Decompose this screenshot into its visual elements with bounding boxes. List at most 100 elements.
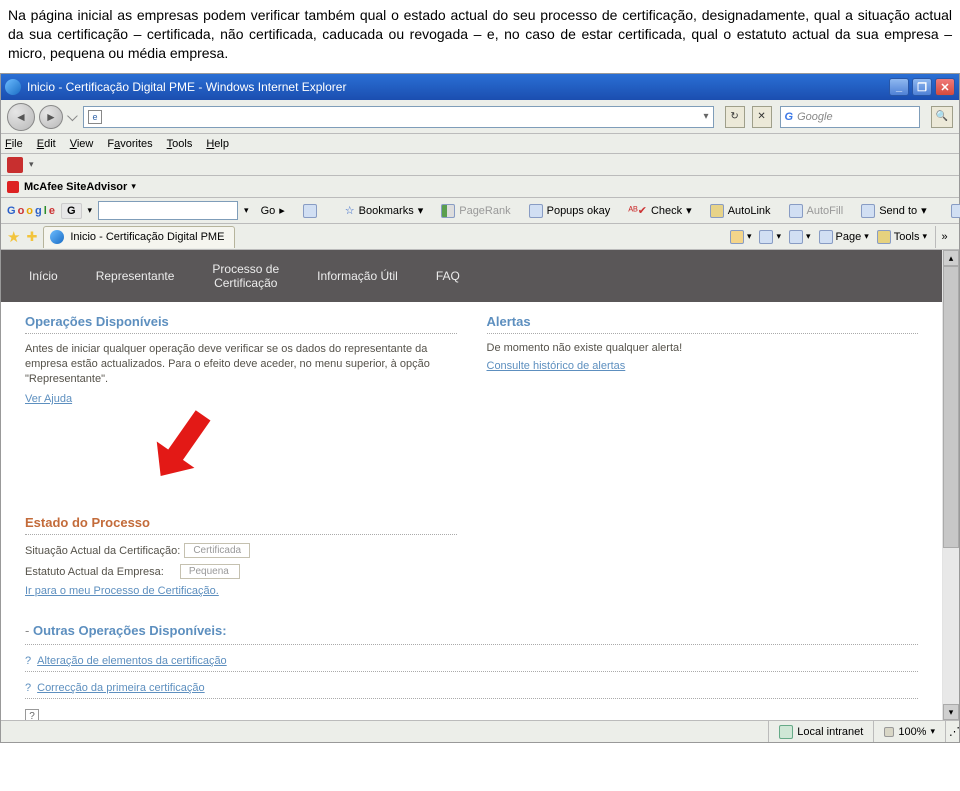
page-description: Na página inicial as empresas podem veri… (0, 0, 960, 73)
title-bar: Inicio - Certificação Digital PME - Wind… (1, 74, 959, 100)
q-icon: ? (25, 655, 31, 667)
ops-body: Antes de iniciar qualquer operação deve … (25, 342, 457, 387)
home-button[interactable]: ▾ (730, 230, 752, 244)
estado-go-link[interactable]: Ir para o meu Processo de Certificação. (25, 585, 219, 597)
status-zone: Local intranet (768, 721, 873, 742)
alerts-history-link[interactable]: Consulte histórico de alertas (487, 360, 626, 372)
scroll-down-button[interactable]: ▾ (943, 704, 959, 720)
google-popups-button[interactable]: Popups okay (523, 201, 617, 221)
pdf-dropdown[interactable]: ▾ (29, 159, 34, 170)
mcafee-dropdown-icon[interactable]: ▾ (131, 181, 136, 192)
sit-value: Certificada (184, 543, 250, 558)
google-g-dropdown[interactable]: ▾ (88, 205, 93, 216)
estado-title: Estado do Processo (25, 515, 457, 530)
tabs-bar: ★ ✚ Inicio - Certificação Digital PME ▾ … (1, 224, 959, 250)
zoom-label: 100% (898, 726, 926, 738)
google-go-button[interactable]: Go ▸ (255, 201, 291, 220)
home-icon (730, 230, 744, 244)
close-button[interactable]: ✕ (935, 78, 955, 96)
white-area: Operações Disponíveis Antes de iniciar q… (1, 302, 942, 720)
google-g-button[interactable]: G (61, 203, 82, 219)
add-favorite-icon[interactable]: ✚ (26, 229, 37, 245)
search-box[interactable]: G Google (780, 106, 920, 128)
forward-button[interactable]: ► (39, 105, 63, 129)
q-icon: ? (25, 682, 31, 694)
address-bar[interactable]: e ▾ (83, 106, 714, 128)
ops-title: Operações Disponíveis (25, 314, 457, 329)
alerts-title: Alertas (487, 314, 919, 329)
page-icon (819, 230, 833, 244)
tab-current[interactable]: Inicio - Certificação Digital PME (43, 226, 235, 248)
pagerank-icon (441, 204, 455, 218)
other-op1-link[interactable]: Alteração de elementos da certificação (37, 655, 227, 667)
tools-menu-button[interactable]: Tools ▾ (877, 230, 927, 244)
refresh-button[interactable]: ↻ (725, 106, 745, 128)
mcafee-icon (7, 181, 19, 193)
intranet-icon (779, 725, 793, 739)
nav-representante[interactable]: Representante (78, 263, 193, 289)
google-settings-button[interactable]: Settings▾ (945, 201, 960, 221)
estado-sit-row: Situação Actual da Certificação: Certifi… (25, 543, 457, 558)
scroll-thumb[interactable] (943, 266, 959, 548)
help-square-button[interactable]: ? (25, 709, 39, 720)
browser-window: Inicio - Certificação Digital PME - Wind… (0, 73, 960, 743)
other-op2-link[interactable]: Correcção da primeira certificação (37, 682, 205, 694)
ops-help-link[interactable]: Ver Ajuda (25, 393, 72, 405)
status-resize-grip[interactable]: ⋰ (945, 721, 959, 742)
address-input[interactable] (106, 109, 704, 125)
window-title: Inicio - Certificação Digital PME - Wind… (27, 80, 889, 94)
menu-edit[interactable]: Edit (37, 138, 56, 150)
col-alerts: Alertas De momento não existe qualquer a… (487, 314, 919, 597)
feeds-icon (759, 230, 773, 244)
google-check-button[interactable]: ᴬᴮ✔ Check▾ (622, 201, 697, 220)
settings-icon (951, 204, 960, 218)
nav-faq[interactable]: FAQ (418, 263, 478, 289)
google-brand: Google (7, 205, 55, 217)
autolink-icon (710, 204, 724, 218)
print-button[interactable]: ▾ (789, 230, 811, 244)
google-autofill-button[interactable]: AutoFill (783, 201, 850, 221)
nav-processo-l1: Processo de (212, 262, 279, 276)
menu-file[interactable]: FFileile (5, 138, 23, 150)
news-icon (303, 204, 317, 218)
menu-view[interactable]: View (70, 138, 94, 150)
google-autolink-button[interactable]: AutoLink (704, 201, 777, 221)
google-sendto-button[interactable]: Send to▾ (855, 201, 932, 221)
menu-help[interactable]: Help (206, 138, 229, 150)
minimize-button[interactable]: _ (889, 78, 909, 96)
est-label: Estatuto Actual da Empresa: (25, 566, 164, 578)
popups-icon (529, 204, 543, 218)
status-zone-label: Local intranet (797, 726, 863, 738)
nav-info[interactable]: Informação Útil (299, 263, 416, 289)
scrollbar[interactable]: ▴ ▾ (943, 250, 959, 720)
google-pagerank[interactable]: PageRank (435, 201, 516, 221)
address-dropdown-icon[interactable]: ▾ (704, 111, 709, 122)
sendto-icon (861, 204, 875, 218)
nav-inicio[interactable]: Início (11, 263, 76, 289)
menu-bar: FFileile Edit View Favorites Tools Help (1, 134, 959, 154)
google-bookmarks-button[interactable]: ☆ Bookmarks▾ (339, 201, 429, 220)
google-search-input[interactable] (98, 201, 238, 220)
nav-history-dropdown[interactable] (67, 109, 78, 120)
google-search-dropdown[interactable]: ▾ (244, 205, 249, 216)
status-zoom[interactable]: 100% ▾ (873, 721, 945, 742)
maximize-button[interactable]: ❐ (912, 78, 932, 96)
menu-tools[interactable]: Tools (167, 138, 193, 150)
col-operations: Operações Disponíveis Antes de iniciar q… (25, 314, 457, 597)
page-menu-button[interactable]: Page ▾ (819, 230, 869, 244)
mcafee-label[interactable]: McAfee SiteAdvisor (24, 181, 127, 193)
tab-label: Inicio - Certificação Digital PME (70, 231, 224, 243)
stop-button[interactable]: ✕ (752, 106, 772, 128)
google-news-button[interactable] (297, 201, 323, 221)
back-button[interactable]: ◄ (7, 103, 35, 131)
window-controls: _ ❐ ✕ (889, 78, 955, 96)
nav-processo[interactable]: Processo de Certificação (194, 256, 297, 296)
tools-icon (877, 230, 891, 244)
favorites-star-icon[interactable]: ★ (7, 228, 20, 246)
scroll-up-button[interactable]: ▴ (943, 250, 959, 266)
pdf-icon[interactable] (7, 157, 23, 173)
search-go-button[interactable]: 🔍 (931, 106, 953, 128)
feeds-button[interactable]: ▾ (759, 230, 781, 244)
menu-favorites[interactable]: Favorites (107, 138, 152, 150)
toolbar-overflow[interactable]: » (935, 226, 953, 248)
